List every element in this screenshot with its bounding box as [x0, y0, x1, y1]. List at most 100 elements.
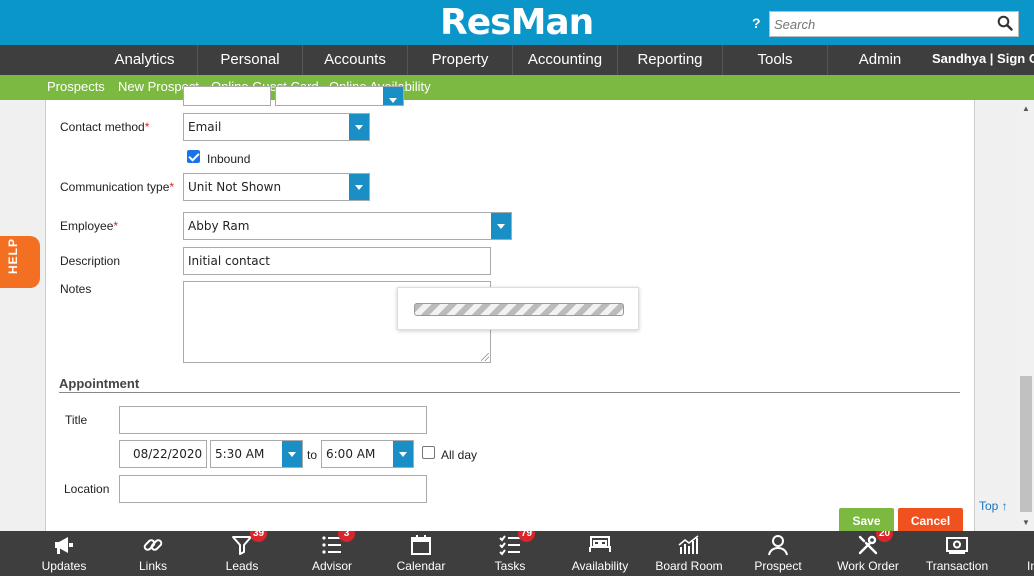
- work-order-badge: 20: [876, 531, 894, 542]
- page-scrollbar[interactable]: ▲ ▼: [1018, 100, 1034, 531]
- toolbar-label: Availability: [571, 559, 629, 573]
- all-day-checkbox[interactable]: [422, 446, 435, 459]
- nav-property[interactable]: Property: [407, 45, 512, 75]
- toolbar-label: Calendar: [396, 559, 446, 573]
- sub-nav: Prospects New Prospect Online Guest Card…: [0, 75, 1034, 100]
- toolbar-updates[interactable]: Updates: [19, 531, 109, 576]
- nav-personal[interactable]: Personal: [197, 45, 302, 75]
- chevron-down-icon[interactable]: [282, 441, 302, 467]
- contact-method-label: Contact method*: [60, 120, 150, 134]
- appointment-section-title: Appointment: [59, 376, 140, 391]
- toolbar-label: Links: [138, 559, 167, 573]
- description-input[interactable]: Initial contact: [183, 247, 491, 275]
- employee-select[interactable]: Abby Ram: [183, 212, 512, 240]
- cut-off-field-1[interactable]: [183, 86, 271, 106]
- nav-admin[interactable]: Admin: [827, 45, 932, 75]
- start-time-select[interactable]: 5:30 AM: [210, 440, 303, 468]
- appointment-title-input[interactable]: [119, 406, 427, 434]
- loading-progress-bar: [414, 303, 624, 316]
- top-header: ResMan ?: [0, 0, 1034, 45]
- toolbar-availability[interactable]: Availability: [555, 531, 645, 576]
- toolbar-prospect[interactable]: Prospect: [733, 531, 823, 576]
- employee-value: Abby Ram: [188, 219, 250, 233]
- search-input[interactable]: [770, 12, 990, 36]
- nav-accounting[interactable]: Accounting: [512, 45, 617, 75]
- toolbar-label: Transaction: [925, 559, 989, 573]
- cut-off-field-2[interactable]: [275, 86, 404, 106]
- toolbar-label: In: [1027, 559, 1034, 573]
- help-tab-label: HELP: [6, 237, 20, 274]
- toolbar-label: Updates: [41, 559, 87, 573]
- toolbar-label: Board Room: [655, 559, 723, 573]
- toolbar-label: Tasks: [494, 559, 526, 573]
- toolbar-label: Prospect: [754, 559, 802, 573]
- megaphone-icon: [55, 537, 73, 554]
- scroll-up-icon[interactable]: ▲: [1022, 104, 1030, 113]
- main-nav: Analytics Personal Accounts Property Acc…: [0, 45, 1034, 75]
- search-icon[interactable]: [997, 15, 1013, 31]
- appointment-title-label: Title: [65, 413, 88, 427]
- section-divider: [59, 392, 960, 393]
- help-question-button[interactable]: ?: [752, 15, 761, 31]
- calendar-icon: [411, 535, 431, 555]
- location-input[interactable]: [119, 475, 427, 503]
- to-label: to: [307, 448, 318, 462]
- appointment-date-input[interactable]: 08/22/2020: [119, 440, 207, 468]
- description-value: Initial contact: [188, 254, 270, 268]
- nav-tools[interactable]: Tools: [722, 45, 827, 75]
- nav-analytics[interactable]: Analytics: [92, 45, 197, 75]
- leads-badge: 39: [250, 531, 268, 542]
- nav-reporting[interactable]: Reporting: [617, 45, 722, 75]
- toolbar-label: Leads: [225, 559, 259, 573]
- contact-method-value: Email: [188, 120, 222, 134]
- subnav-prospects[interactable]: Prospects: [47, 75, 105, 100]
- toolbar-tasks[interactable]: 79 Tasks: [465, 531, 555, 576]
- communication-type-label: Communication type*: [60, 180, 175, 194]
- help-tab[interactable]: HELP: [0, 236, 40, 288]
- user-sign-out[interactable]: Sandhya | Sign Out: [932, 45, 1034, 75]
- bed-icon: [589, 536, 611, 552]
- end-time-select[interactable]: 6:00 AM: [321, 440, 414, 468]
- bottom-toolbar: Updates Links 39 Leads 3 Advisor Calenda…: [0, 531, 1034, 576]
- nav-accounts[interactable]: Accounts: [302, 45, 407, 75]
- toolbar-calendar[interactable]: Calendar: [376, 531, 466, 576]
- money-icon: [946, 537, 968, 554]
- loading-dialog: [397, 287, 639, 330]
- communication-type-value: Unit Not Shown: [188, 180, 282, 194]
- description-label: Description: [60, 254, 121, 268]
- inbound-checkbox[interactable]: [187, 150, 200, 163]
- notes-label: Notes: [60, 282, 92, 296]
- communication-type-select[interactable]: Unit Not Shown: [183, 173, 370, 201]
- toolbar-label: Work Order: [837, 559, 899, 573]
- toolbar-board-room[interactable]: Board Room: [644, 531, 734, 576]
- search-box: [769, 11, 1019, 37]
- chevron-down-icon[interactable]: [491, 213, 511, 239]
- chevron-down-icon[interactable]: [349, 114, 369, 140]
- chevron-down-icon[interactable]: [393, 441, 413, 467]
- link-icon: [143, 539, 163, 551]
- chevron-down-icon[interactable]: [349, 174, 369, 200]
- toolbar-advisor[interactable]: 3 Advisor: [287, 531, 377, 576]
- tasks-badge: 79: [518, 531, 536, 542]
- scroll-top-link[interactable]: Top ↑: [979, 499, 1008, 513]
- resman-logo[interactable]: ResMan: [440, 2, 594, 43]
- toolbar-links[interactable]: Links: [108, 531, 198, 576]
- bar-chart-icon: [678, 535, 699, 554]
- resize-grip-icon[interactable]: [481, 353, 489, 361]
- toolbar-work-order[interactable]: 20 Work Order: [823, 531, 913, 576]
- person-icon: [768, 535, 788, 556]
- all-day-label: All day: [441, 448, 478, 462]
- start-time-value: 5:30 AM: [215, 447, 265, 461]
- scroll-down-icon[interactable]: ▼: [1022, 518, 1030, 527]
- toolbar-leads[interactable]: 39 Leads: [197, 531, 287, 576]
- toolbar-inbox[interactable]: In: [1001, 531, 1034, 576]
- end-time-value: 6:00 AM: [326, 447, 376, 461]
- toolbar-transaction[interactable]: Transaction: [912, 531, 1002, 576]
- contact-method-select[interactable]: Email: [183, 113, 370, 141]
- location-label: Location: [64, 482, 110, 496]
- employee-label: Employee*: [60, 219, 119, 233]
- advisor-badge: 3: [338, 531, 355, 542]
- toolbar-label: Advisor: [311, 559, 352, 573]
- inbound-label: Inbound: [207, 152, 251, 166]
- scroll-thumb[interactable]: [1020, 376, 1032, 512]
